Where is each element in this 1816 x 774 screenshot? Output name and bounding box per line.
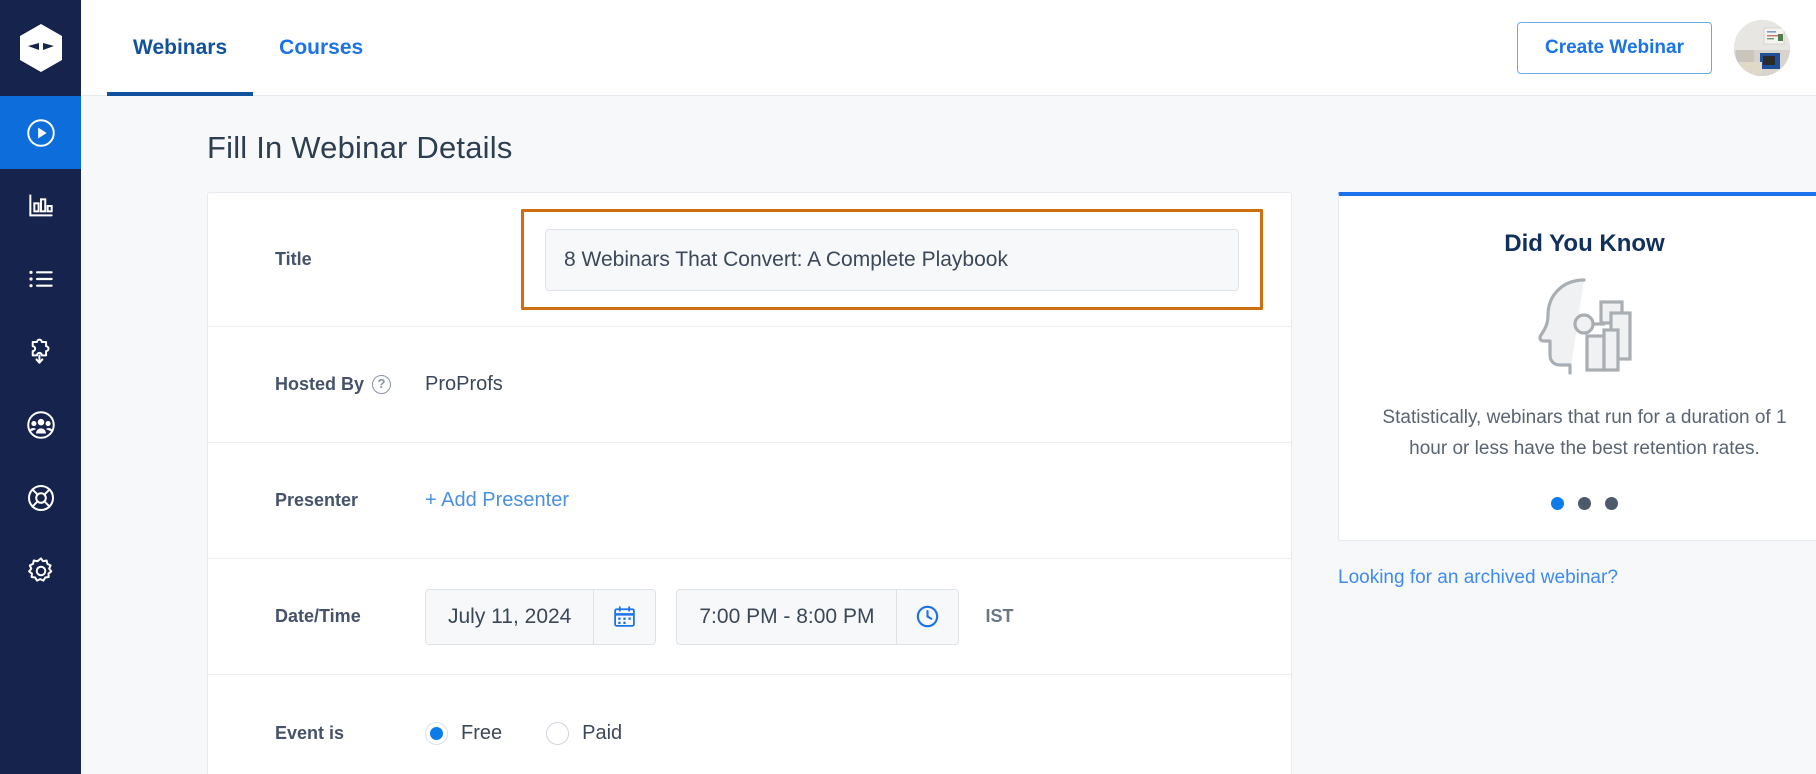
form-row-presenter: Presenter + Add Presenter: [208, 443, 1291, 559]
content-columns: Title Hosted By ? ProProfs: [81, 192, 1816, 774]
carousel-dot-3[interactable]: [1605, 496, 1618, 510]
carousel-dot-1[interactable]: [1551, 496, 1564, 510]
page-title: Fill In Webinar Details: [207, 130, 513, 165]
user-avatar[interactable]: [1734, 20, 1790, 76]
bar-chart-icon: [28, 193, 53, 216]
sidebar-item-attendees[interactable]: [0, 388, 81, 461]
avatar-photo: [1734, 20, 1790, 76]
app-logo[interactable]: [0, 0, 81, 96]
page-content: Fill In Webinar Details Title Hosted: [81, 96, 1816, 774]
list-icon: [28, 270, 53, 287]
question-mark-circle-icon[interactable]: ?: [372, 375, 392, 394]
tab-webinars[interactable]: Webinars: [107, 0, 254, 96]
carousel-dot-2[interactable]: [1578, 496, 1591, 510]
event-type-radio-group: Free Paid: [425, 721, 623, 745]
presenter-label: Presenter: [275, 490, 359, 510]
sidebar-items: [0, 96, 81, 607]
create-webinar-button[interactable]: Create Webinar: [1516, 22, 1712, 74]
puzzle-icon: [31, 338, 49, 364]
title-label: Title: [275, 249, 312, 269]
app-root: Webinars Courses Create Webinar Fill In …: [0, 0, 1816, 774]
title-input[interactable]: [545, 228, 1239, 291]
form-row-hosted-by: Hosted By ? ProProfs: [208, 327, 1291, 443]
lifebuoy-icon: [27, 484, 54, 511]
title-highlight-box: [521, 209, 1263, 310]
form-row-datetime: Date/Time July 11, 2024 7:00 PM - 8:00 P…: [208, 559, 1291, 675]
hexagon-mask-logo-icon: [19, 24, 62, 72]
users-group-icon: [26, 410, 55, 439]
add-presenter-link[interactable]: + Add Presenter: [425, 489, 569, 512]
hosted-by-value: ProProfs: [425, 373, 503, 395]
webinar-details-form: Title Hosted By ? ProProfs: [207, 192, 1292, 774]
sidebar-item-webinars[interactable]: [0, 96, 81, 169]
sidebar-item-settings[interactable]: [0, 534, 81, 607]
did-you-know-card: Did You Know Statistically, webinars tha…: [1338, 192, 1816, 541]
sidebar-item-list[interactable]: [0, 242, 81, 315]
carousel-dots: [1369, 496, 1800, 510]
event-is-label: Event is: [275, 722, 345, 743]
tip-illustration: [1369, 272, 1800, 380]
tab-courses-label: Courses: [279, 36, 364, 59]
date-value: July 11, 2024: [448, 604, 572, 628]
hosted-by-label: Hosted By ?: [275, 374, 425, 395]
sidebar-item-support[interactable]: [0, 461, 81, 534]
date-picker-button[interactable]: [593, 589, 656, 644]
side-panel: Did You Know Statistically, webinars tha…: [1338, 192, 1816, 589]
nav-tabs: Webinars Courses: [81, 0, 389, 96]
sidebar-item-integrations[interactable]: [0, 315, 81, 388]
timezone-label: IST: [985, 606, 1014, 626]
radio-free-dot: [425, 721, 448, 745]
topbar-actions: Create Webinar: [1516, 0, 1816, 96]
hosted-by-label-text: Hosted By: [275, 374, 365, 394]
time-value: 7:00 PM - 8:00 PM: [699, 604, 875, 628]
radio-paid-label: Paid: [582, 721, 623, 744]
time-picker[interactable]: 7:00 PM - 8:00 PM: [676, 588, 960, 645]
play-circle-icon: [26, 118, 55, 147]
form-row-title: Title: [208, 193, 1291, 327]
radio-paid[interactable]: Paid: [546, 721, 623, 745]
main-area: Webinars Courses Create Webinar Fill In …: [81, 0, 1816, 774]
top-navbar: Webinars Courses Create Webinar: [81, 0, 1816, 96]
tab-courses[interactable]: Courses: [253, 0, 389, 96]
date-picker[interactable]: July 11, 2024: [425, 588, 657, 645]
radio-free[interactable]: Free: [425, 721, 503, 745]
tip-text: Statistically, webinars that run for a d…: [1382, 407, 1787, 460]
archived-webinar-link[interactable]: Looking for an archived webinar?: [1338, 567, 1618, 589]
tab-webinars-label: Webinars: [133, 36, 228, 59]
head-thinking-icon: [1537, 278, 1632, 375]
time-picker-button[interactable]: [896, 589, 959, 644]
sidebar-item-reports[interactable]: [0, 169, 81, 242]
clock-icon: [917, 605, 939, 628]
datetime-label: Date/Time: [275, 606, 361, 626]
form-row-event-type: Event is Free Paid: [208, 675, 1291, 774]
radio-free-label: Free: [461, 721, 503, 744]
calendar-icon: [614, 606, 636, 627]
tip-title: Did You Know: [1504, 230, 1665, 257]
radio-paid-dot: [546, 721, 570, 745]
gear-icon: [27, 556, 52, 582]
left-sidebar: [0, 0, 81, 774]
